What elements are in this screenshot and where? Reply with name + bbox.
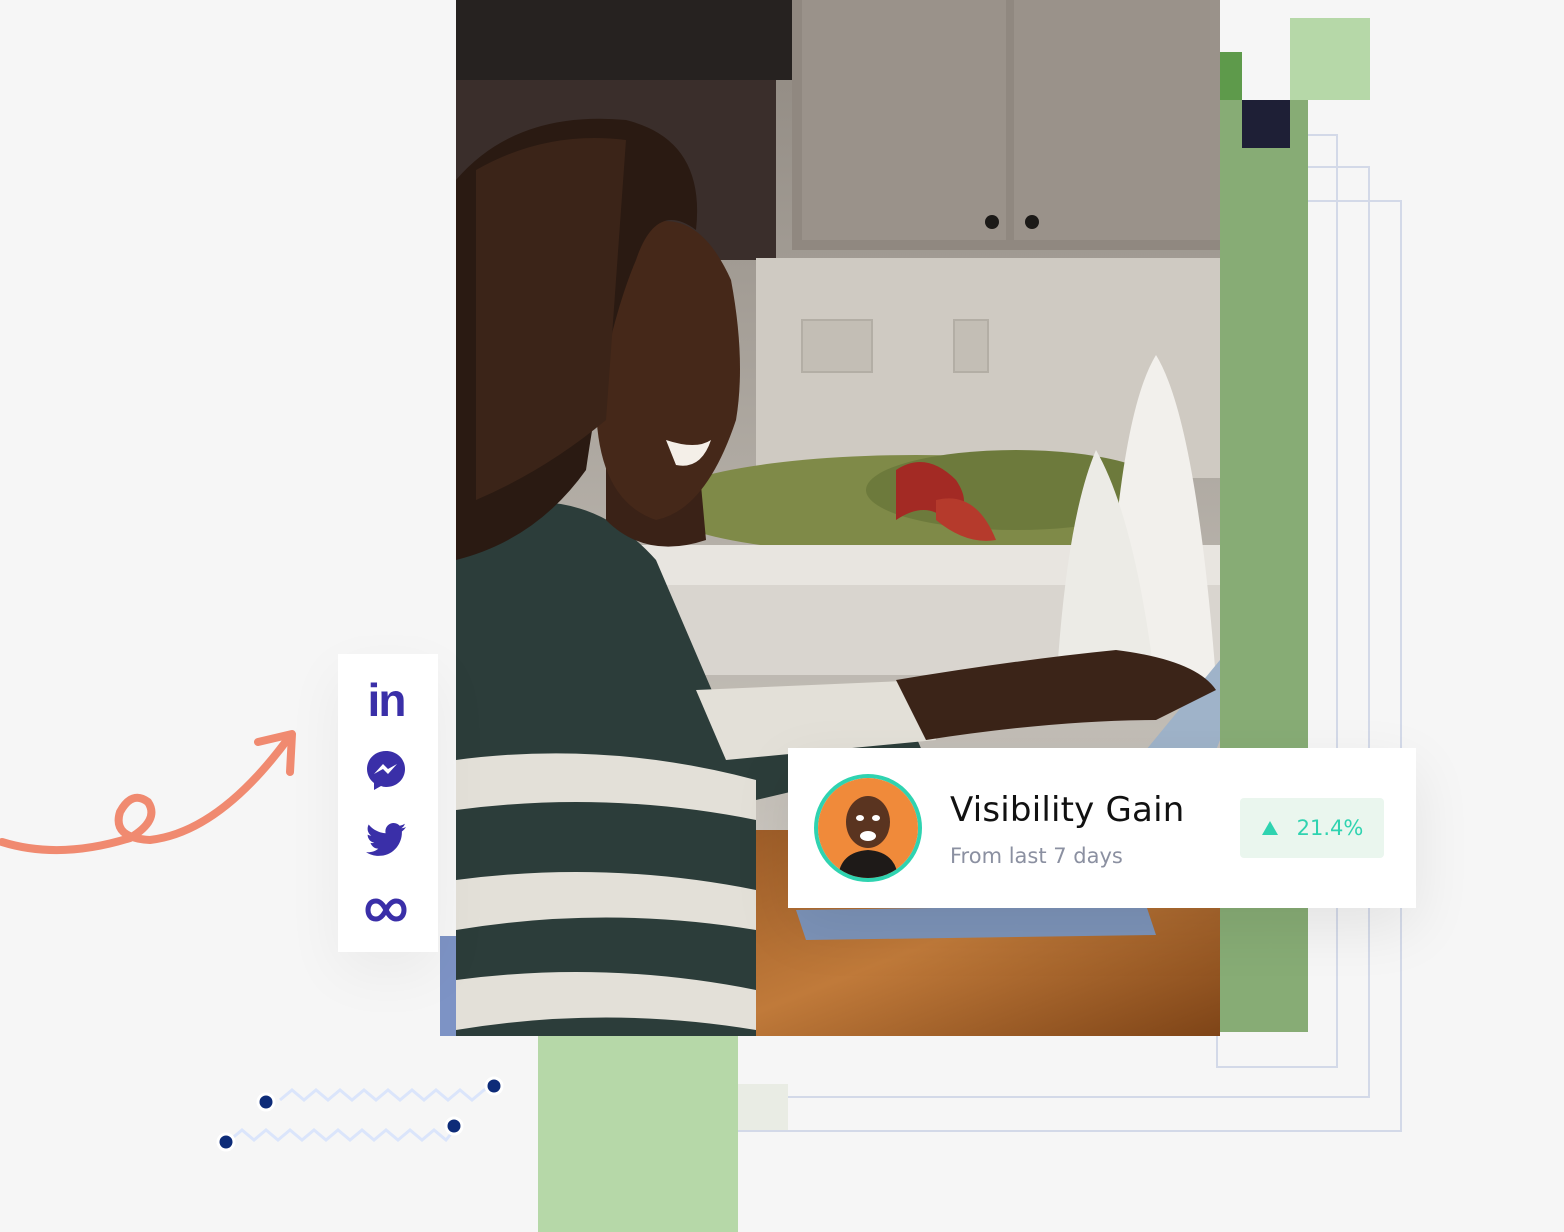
- twitter-link[interactable]: [364, 818, 408, 862]
- avatar: [814, 774, 922, 882]
- pale-block-bottom: [738, 1084, 788, 1130]
- linkedin-link[interactable]: in: [364, 674, 408, 726]
- card-title: Visibility Gain: [950, 790, 1185, 830]
- stats-card: Visibility Gain From last 7 days 21.4%: [788, 748, 1416, 908]
- triangle-up-icon: [1261, 821, 1278, 835]
- meta-link[interactable]: [364, 888, 408, 932]
- card-subtitle: From last 7 days: [950, 844, 1123, 868]
- messenger-icon: [367, 751, 405, 790]
- change-badge: 21.4%: [1240, 798, 1384, 858]
- social-card: in: [338, 654, 438, 952]
- avatar-image: [818, 778, 918, 878]
- infinity-icon: [365, 898, 407, 922]
- messenger-link[interactable]: [364, 748, 408, 792]
- green-block-top-light: [1290, 18, 1370, 100]
- change-value: 21.4%: [1296, 816, 1364, 840]
- navy-block: [1242, 100, 1290, 148]
- green-block-bottom: [538, 1036, 738, 1232]
- arrow-doodle: [0, 730, 296, 855]
- dots-decoration: [216, 1076, 504, 1152]
- twitter-icon: [366, 823, 406, 856]
- linkedin-icon: in: [367, 674, 407, 726]
